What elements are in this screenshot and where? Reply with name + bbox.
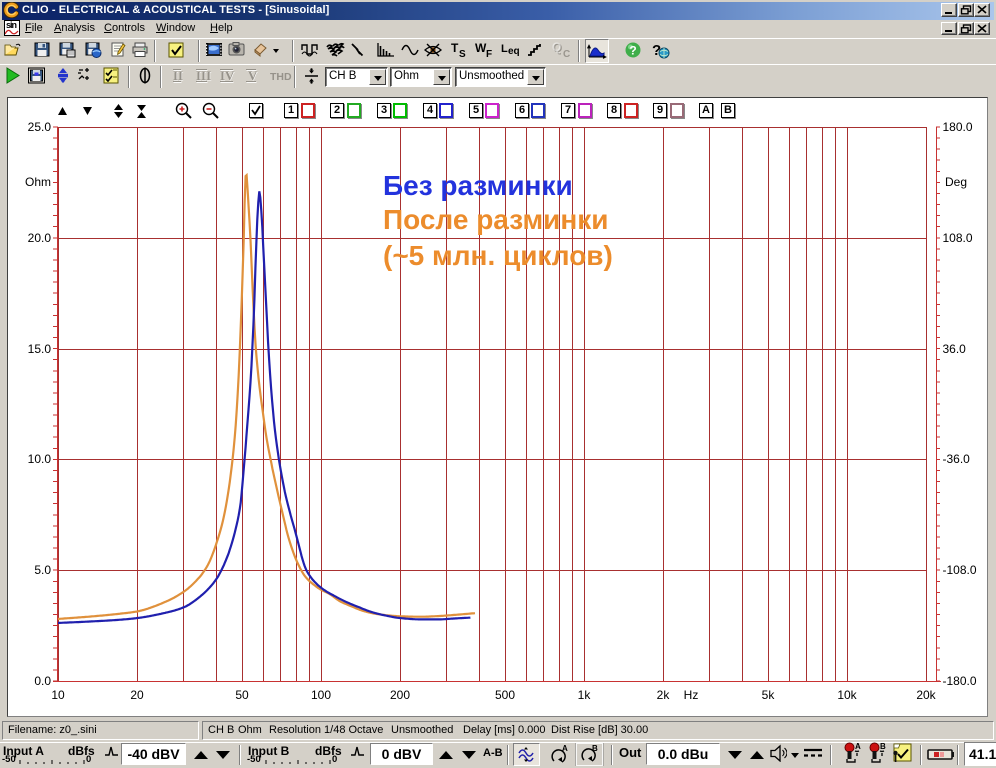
svg-text:Hz: Hz — [684, 688, 699, 702]
svg-text:(~5 млн. циклов): (~5 млн. циклов) — [383, 240, 613, 271]
svg-text:10.0: 10.0 — [28, 452, 52, 466]
svg-text:Без разминки: Без разминки — [383, 170, 573, 201]
svg-text:36.0: 36.0 — [943, 342, 967, 356]
svg-text:B: B — [880, 742, 886, 751]
svg-text:-36.0: -36.0 — [943, 452, 971, 466]
svg-text:-180.0: -180.0 — [943, 674, 977, 688]
svg-text:После разминки: После разминки — [383, 204, 609, 235]
svg-text:108.0: 108.0 — [943, 231, 973, 245]
svg-text:15.0: 15.0 — [28, 342, 52, 356]
svg-text:25.0: 25.0 — [28, 120, 52, 134]
svg-text:B: B — [592, 744, 598, 753]
svg-text:5.0: 5.0 — [34, 563, 51, 577]
svg-text:20.0: 20.0 — [28, 231, 52, 245]
svg-text:10: 10 — [51, 688, 65, 702]
svg-text:A: A — [562, 744, 568, 753]
svg-text:100: 100 — [311, 688, 331, 702]
svg-text:20: 20 — [130, 688, 144, 702]
svg-text:-108.0: -108.0 — [943, 563, 977, 577]
svg-text:A: A — [855, 742, 861, 751]
svg-text:20k: 20k — [916, 688, 936, 702]
svg-text:180.0: 180.0 — [943, 120, 973, 134]
svg-text:Ohm: Ohm — [25, 175, 51, 189]
svg-text:2k: 2k — [657, 688, 671, 702]
svg-text:1k: 1k — [578, 688, 592, 702]
svg-text:Deg: Deg — [945, 175, 967, 189]
svg-text:10k: 10k — [837, 688, 857, 702]
svg-text:500: 500 — [495, 688, 515, 702]
svg-text:50: 50 — [235, 688, 249, 702]
svg-text:200: 200 — [390, 688, 410, 702]
svg-text:0.0: 0.0 — [34, 674, 51, 688]
svg-text:5k: 5k — [762, 688, 776, 702]
